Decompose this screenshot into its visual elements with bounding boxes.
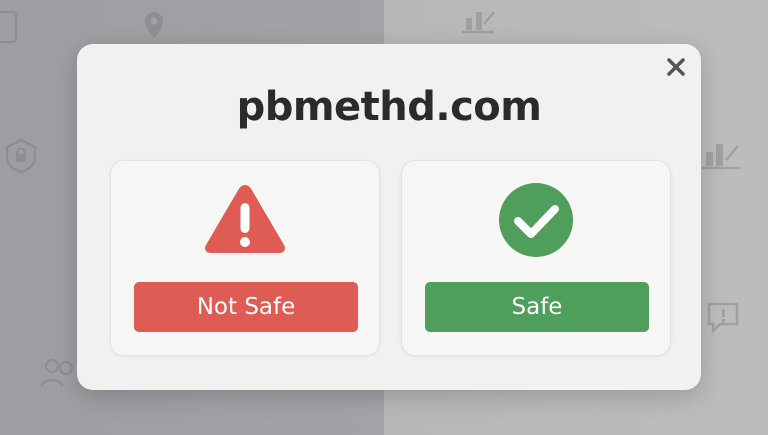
site-safety-dialog: pbmethd.com Not Safe Safe — [77, 44, 701, 390]
not-safe-card: Not Safe — [110, 160, 380, 356]
chat-bubble-icon — [707, 302, 739, 334]
chart-icon — [462, 11, 495, 34]
close-button[interactable] — [665, 56, 687, 78]
shield-lock-icon — [5, 138, 37, 174]
domain-title: pbmethd.com — [236, 84, 542, 130]
chart-icon-right — [702, 144, 740, 170]
safe-card: Safe — [401, 160, 671, 356]
location-pin-icon — [145, 12, 163, 38]
warning-icon — [205, 185, 285, 253]
not-safe-button[interactable]: Not Safe — [134, 282, 358, 332]
document-icon — [0, 11, 17, 43]
safe-button[interactable]: Safe — [425, 282, 649, 332]
people-icon — [41, 359, 73, 387]
close-icon — [667, 58, 685, 76]
checkmark-icon — [499, 183, 573, 257]
